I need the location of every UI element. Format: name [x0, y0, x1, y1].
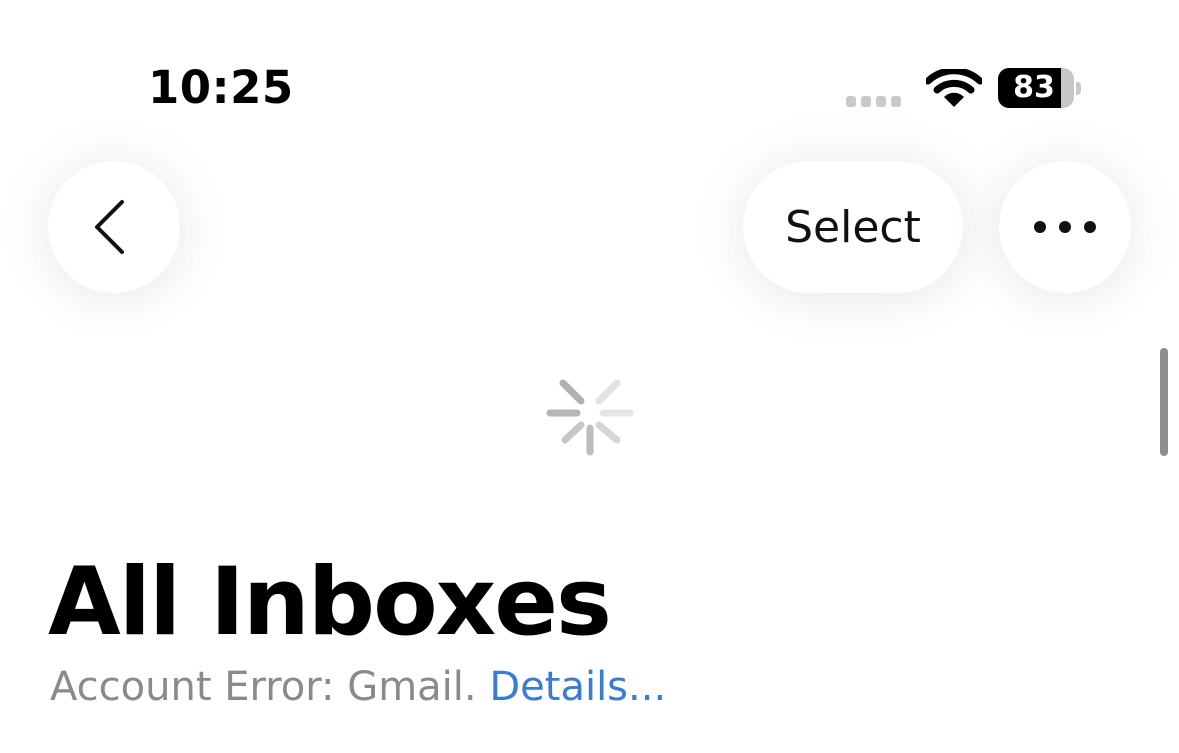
- status-bar: 10:25 83: [0, 0, 1179, 130]
- status-time: 10:25: [148, 61, 294, 114]
- more-button[interactable]: [999, 161, 1131, 293]
- back-button[interactable]: [48, 161, 180, 293]
- activity-spinner-icon: [546, 379, 634, 456]
- ellipsis-icon: [1034, 221, 1046, 233]
- account-error-text: Account Error: Gmail.: [50, 664, 477, 710]
- battery-percent: 83: [1013, 70, 1055, 105]
- battery-icon: 83: [998, 68, 1074, 108]
- details-link[interactable]: Details...: [489, 664, 666, 710]
- cellular-signal-icon: [846, 96, 906, 108]
- wifi-icon: [926, 69, 982, 107]
- page-title: All Inboxes: [48, 548, 612, 657]
- select-button[interactable]: Select: [743, 161, 963, 293]
- chevron-left-icon: [95, 200, 124, 254]
- scroll-indicator[interactable]: [1160, 348, 1168, 456]
- ellipsis-dot: [1059, 221, 1071, 233]
- battery-cap: [1076, 82, 1081, 95]
- ellipsis-dot: [1084, 221, 1096, 233]
- account-error-message: Account Error: Gmail. Details...: [50, 662, 666, 712]
